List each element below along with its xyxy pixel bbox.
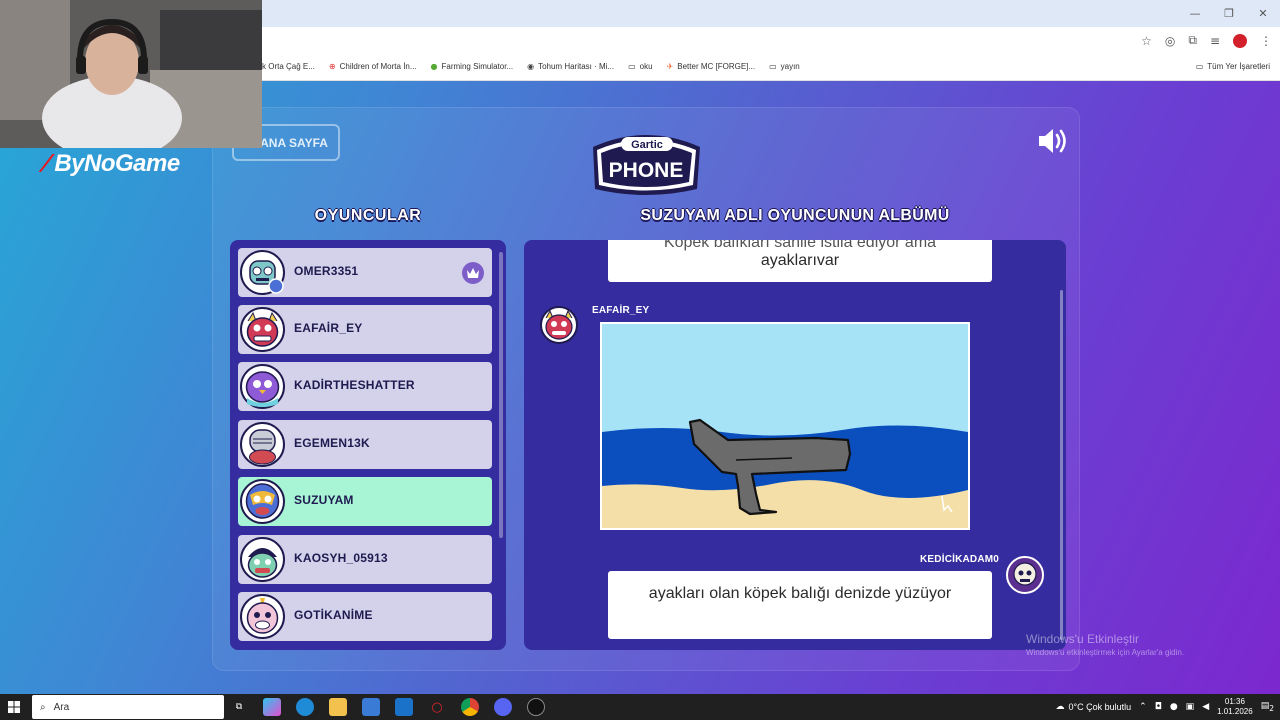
gamepad-icon: ⊕ (328, 62, 336, 71)
svg-text:PHONE: PHONE (609, 159, 684, 182)
task-view-icon[interactable]: ⧉ (230, 698, 248, 716)
bookmark-folder[interactable]: ▭ yayın (769, 62, 800, 71)
close-icon[interactable]: ✕ (1246, 0, 1280, 27)
weather-widget[interactable]: ☁ 0°C Çok bulutlu (1056, 702, 1132, 712)
minimize-icon[interactable]: — (1178, 0, 1212, 27)
taskbar-clock[interactable]: 01:36 1.01.2026 (1217, 697, 1253, 717)
profile-avatar[interactable] (1233, 33, 1247, 48)
player-name: KADİRTHESHATTER (294, 378, 415, 392)
svg-text:Gartic: Gartic (631, 139, 663, 151)
drawing-image (602, 324, 968, 528)
search-icon: ⌕ (40, 701, 46, 713)
player-row[interactable]: EGEMEN13K (238, 420, 492, 469)
player-avatar (240, 594, 285, 639)
streamer-video (0, 0, 262, 148)
network-icon[interactable]: ▣ (1186, 702, 1195, 712)
text-bubble-previous: Köpek balıkları sahile istila ediyor ama… (608, 240, 992, 282)
player-avatar (240, 307, 285, 352)
microphone-icon[interactable]: ● (1170, 702, 1178, 712)
notification-icon[interactable]: ▤2 (1261, 701, 1274, 713)
players-panel: OMER3351 EAFAİR_EY KADİRTHESHATTER EGEME… (230, 240, 506, 650)
bookmark-item[interactable]: ● Farming Simulator... (431, 62, 514, 71)
edge-icon[interactable] (296, 698, 314, 716)
text-author-name: KEDİCİKADAM0 (920, 554, 1000, 565)
media-icon[interactable]: ≡ (1210, 34, 1220, 48)
folder-icon: ▭ (628, 62, 636, 71)
album-heading: SUZUYAM ADLI OYUNCUNUN ALBÜMÜ (640, 207, 950, 224)
player-row[interactable]: KADİRTHESHATTER (238, 362, 492, 411)
folder-icon: ▭ (1195, 62, 1204, 71)
opera-icon[interactable]: ○ (428, 698, 446, 716)
bookmark-star-icon[interactable]: ☆ (1141, 34, 1152, 48)
folder-icon: ▭ (769, 62, 777, 71)
player-avatar (240, 537, 285, 582)
chevron-up-icon[interactable]: ⌃ (1139, 702, 1147, 712)
mail-icon[interactable] (395, 698, 413, 716)
volume-icon[interactable]: ◀ (1202, 702, 1209, 712)
drawing-author-avatar (540, 306, 578, 344)
address-bar-row: ☆ ◎ ⧉ ≡ ⋮ (262, 27, 1280, 57)
bookmark-item[interactable]: ⊕ Children of Morta İn... (329, 62, 417, 71)
crown-icon (462, 262, 484, 284)
bookmark-item[interactable]: ◉ Tohum Haritası · Mi... (527, 62, 614, 71)
restore-icon[interactable]: ❐ (1212, 0, 1246, 27)
store-icon[interactable] (362, 698, 380, 716)
bookmark-folder[interactable]: ▭ oku (628, 62, 652, 71)
webcam-overlay (0, 0, 262, 148)
player-row[interactable]: GOTİKANİME (238, 592, 492, 641)
player-avatar (240, 422, 285, 467)
taskbar-search-input[interactable]: ⌕ Ara (32, 695, 224, 719)
cloud-icon: ☁ (1055, 702, 1065, 712)
player-name: GOTİKANİME (294, 608, 373, 622)
drawing-canvas (600, 322, 970, 530)
player-row[interactable]: KAOSYH_05913 (238, 535, 492, 584)
text-author-avatar (1006, 556, 1044, 594)
menu-icon[interactable]: ⋮ (1260, 34, 1272, 48)
extensions-icon[interactable]: ⧉ (1188, 33, 1197, 48)
file-explorer-icon[interactable] (329, 698, 347, 716)
player-name: SUZUYAM (294, 493, 354, 507)
windows-activation-watermark: Windows'u Etkinleştir Windows'u etkinleş… (1026, 632, 1185, 657)
player-avatar (240, 479, 285, 524)
lens-icon[interactable]: ◎ (1165, 34, 1175, 48)
album-scrollbar[interactable] (1060, 290, 1063, 640)
bookmark-item[interactable]: k Orta Çağ E... (262, 62, 315, 71)
text-bubble-guess: ayakları olan köpek balığı denizde yüzüy… (608, 571, 992, 639)
player-name: OMER3351 (294, 264, 359, 278)
windows-start-icon[interactable] (8, 701, 20, 713)
player-name: EAFAİR_EY (294, 321, 363, 335)
bookmark-item[interactable]: ✈ Better MC [FORGE]... (667, 62, 756, 71)
copilot-icon[interactable] (263, 698, 281, 716)
player-avatar (240, 364, 285, 409)
players-heading: OYUNCULAR (314, 207, 422, 224)
site-icon: ◉ (527, 62, 535, 71)
site-icon: ● (430, 62, 438, 71)
bynogame-logo: ⁄ ByNoGame (44, 148, 180, 178)
bynogame-mark-icon: ⁄ (44, 148, 49, 178)
players-scrollbar[interactable] (499, 252, 503, 538)
game-app-icon[interactable] (527, 698, 545, 716)
player-row[interactable]: EAFAİR_EY (238, 305, 492, 354)
all-bookmarks[interactable]: ▭ Tüm Yer İşaretleri (1196, 62, 1270, 71)
sound-icon[interactable] (1036, 126, 1070, 156)
browser-tab-strip: — ❐ ✕ (262, 0, 1280, 27)
site-icon: ✈ (666, 62, 674, 71)
discord-icon[interactable] (494, 698, 512, 716)
taskbar: ⌕ Ara ⧉ ○ ☁ 0°C Çok bulutlu ⌃ ◘ ● ▣ ◀ 01… (0, 694, 1280, 720)
player-name: EGEMEN13K (294, 436, 370, 450)
bookmarks-bar: k Orta Çağ E... ⊕ Children of Morta İn...… (262, 57, 1280, 81)
security-icon[interactable]: ◘ (1155, 702, 1162, 712)
album-panel: Köpek balıkları sahile istila ediyor ama… (524, 240, 1066, 650)
player-avatar (240, 250, 285, 295)
gartic-phone-logo: Gartic PHONE (593, 135, 700, 195)
drawing-author-name: EAFAİR_EY (592, 305, 650, 316)
chrome-icon[interactable] (461, 698, 479, 716)
player-name: KAOSYH_05913 (294, 551, 388, 565)
player-row-active[interactable]: SUZUYAM (238, 477, 492, 526)
player-row[interactable]: OMER3351 (238, 248, 492, 297)
